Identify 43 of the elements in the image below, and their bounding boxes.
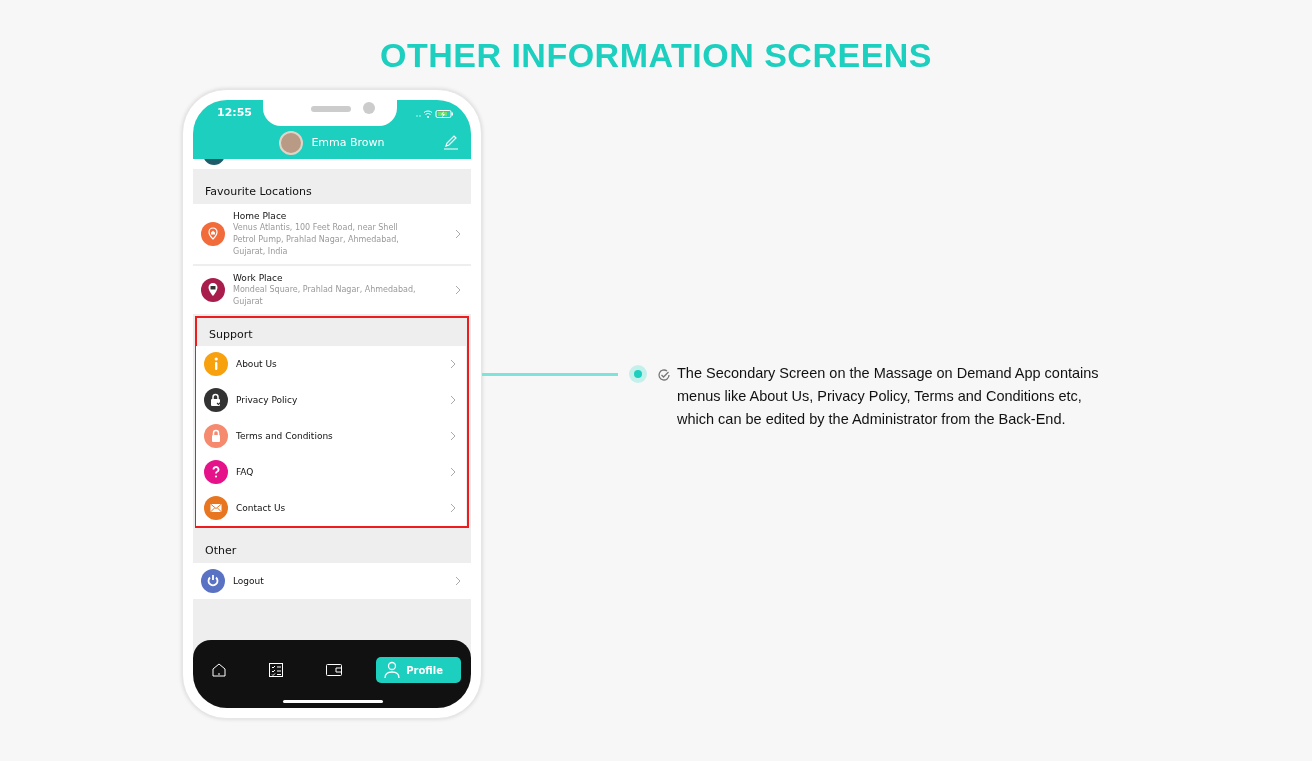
item-address: Venus Atlantis, 100 Feet Road, near Shell Petrol Pump, Prahlad Nagar, Ahmedabad, Gujarat, India — [233, 221, 400, 258]
section-heading: Support — [208, 326, 254, 343]
chevron-right-icon — [455, 284, 461, 295]
item-title: Contact Us — [236, 502, 287, 514]
menu-item[interactable]: Terms and Conditions — [196, 418, 466, 454]
item-title: Logout — [233, 574, 265, 587]
checklist-icon — [268, 662, 285, 678]
item-title: Privacy Policy — [236, 394, 299, 406]
item-title: Home Place — [233, 209, 288, 222]
menu-item[interactable]: Work Place Mondeal Square, Prahlad Nagar, Ahmedabad, Gujarat — [193, 265, 471, 314]
wallet-icon — [325, 662, 344, 678]
menu-item[interactable]: About Us — [196, 346, 466, 382]
section-heading: Other — [204, 543, 238, 559]
item-address: Mondeal Square, Prahlad Nagar, Ahmedabad, Gujarat — [233, 283, 417, 308]
chevron-right-icon — [450, 431, 456, 441]
menu-item[interactable]: Home Place Venus Atlantis, 100 Feet Road, near Shell Petrol Pump, Prahlad Nagar, Ahmedabad, Gujarat, India — [193, 203, 471, 264]
check-circle-icon — [657, 368, 671, 382]
chevron-right-icon — [450, 359, 456, 369]
home-icon — [211, 662, 227, 678]
user-name: Emma Brown — [311, 134, 385, 151]
chevron-right-icon — [455, 228, 461, 239]
bullet-dot-icon — [629, 365, 647, 383]
item-title: Terms and Conditions — [236, 430, 334, 442]
speaker-grille — [311, 106, 351, 112]
description-text: The Secondary Screen on the Massage on Demand App contains menus like About Us, Privacy Policy, Terms and Conditions etc, which can be edited by the Administrator from the Back-End. — [677, 364, 1100, 429]
item-title: About Us — [236, 358, 278, 370]
section-heading: Favourite Locations — [204, 184, 313, 200]
item-title: Work Place — [233, 271, 284, 284]
wifi-battery-icon — [415, 108, 455, 119]
page-heading: OTHER INFORMATION SCREENS — [378, 35, 934, 74]
menu-item[interactable]: Logout — [193, 562, 471, 599]
person-icon — [384, 661, 401, 679]
menu-item[interactable]: Contact Us — [196, 490, 466, 526]
camera-icon — [363, 102, 375, 114]
chevron-right-icon — [450, 395, 456, 405]
menu-item[interactable]: Privacy Policy — [196, 382, 466, 418]
chevron-right-icon — [450, 467, 456, 477]
avatar — [279, 131, 304, 155]
menu-item[interactable]: FAQ — [196, 454, 466, 490]
chevron-right-icon — [450, 503, 456, 513]
status-time: 12:55 — [217, 105, 252, 122]
item-title: FAQ — [236, 466, 255, 478]
chevron-right-icon — [455, 575, 461, 586]
